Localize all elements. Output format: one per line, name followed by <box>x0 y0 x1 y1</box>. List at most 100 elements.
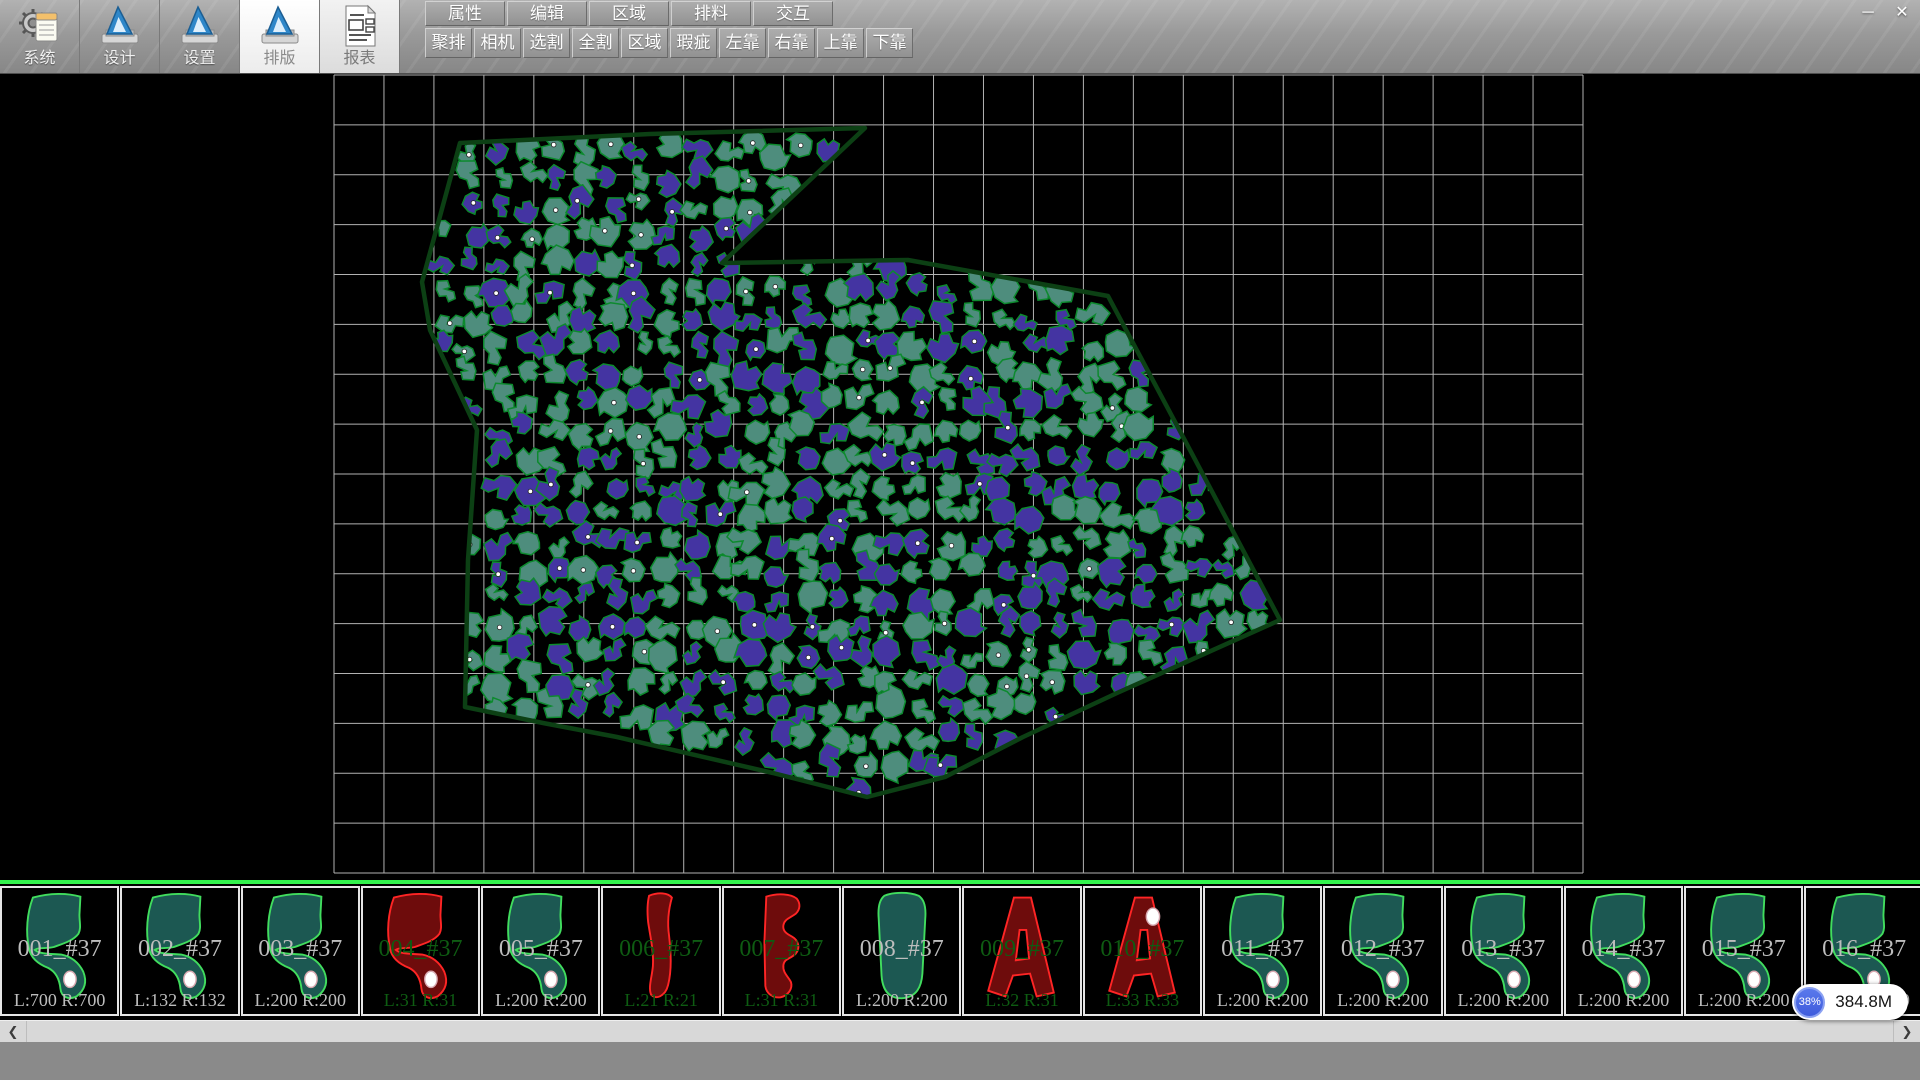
piece-name: 005_#37 <box>483 936 598 963</box>
toolbar-button-label: 系统 <box>23 49 55 69</box>
window-controls: ─ ✕ <box>1854 2 1916 24</box>
toolbar-button-system[interactable]: 系统 <box>0 0 80 73</box>
icon-toolbar: 系统 设计 设置 排版 报表 <box>0 0 400 73</box>
menu-button[interactable]: 排料 <box>671 1 751 26</box>
memory-usage: 384.8M <box>1835 992 1892 1012</box>
menu-button[interactable]: 交互 <box>753 1 833 26</box>
tool-button[interactable]: 选割 <box>523 28 570 58</box>
toolbar-button-settings[interactable]: 设置 <box>160 0 240 73</box>
piece-counts: L:200 R:200 <box>1205 990 1320 1011</box>
tray-piece-010_#37[interactable]: 010_#37 L:33 R:33 <box>1083 886 1202 1016</box>
piece-name: 003_#37 <box>243 936 358 963</box>
piece-name: 007_#37 <box>724 936 839 963</box>
piece-counts: L:200 R:200 <box>1686 990 1801 1011</box>
toolbar-button-label: 设计 <box>103 49 135 69</box>
piece-counts: L:200 R:200 <box>1325 990 1440 1011</box>
set-square-icon <box>97 3 143 49</box>
set-square-icon <box>257 3 303 49</box>
toolbar-button-report[interactable]: 报表 <box>320 0 400 73</box>
status-badge: 38% 384.8M <box>1792 984 1908 1020</box>
tray-piece-013_#37[interactable]: 013_#37 L:200 R:200 <box>1444 886 1563 1016</box>
tray-cell-list: 001_#37 L:700 R:700 002_#37 L:132 R:132 … <box>0 886 1920 1018</box>
nest-drawing <box>0 74 1920 880</box>
set-square-icon <box>177 3 223 49</box>
tool-button[interactable]: 下靠 <box>866 28 913 58</box>
piece-name: 010_#37 <box>1085 936 1200 963</box>
piece-counts: L:200 R:200 <box>1566 990 1681 1011</box>
piece-hole <box>184 971 196 987</box>
tray-piece-011_#37[interactable]: 011_#37 L:200 R:200 <box>1203 886 1322 1016</box>
tool-button[interactable]: 右靠 <box>768 28 815 58</box>
piece-name: 004_#37 <box>363 936 478 963</box>
tool-button[interactable]: 相机 <box>474 28 521 58</box>
progress-percent: 38% <box>1794 987 1825 1018</box>
piece-hole <box>1748 971 1760 987</box>
statusbar-filler <box>0 1042 1920 1080</box>
piece-name: 012_#37 <box>1325 936 1440 963</box>
piece-hole <box>1387 971 1399 987</box>
tray-piece-014_#37[interactable]: 014_#37 L:200 R:200 <box>1564 886 1683 1016</box>
minimize-button[interactable]: ─ <box>1854 2 1882 24</box>
tool-button[interactable]: 聚排 <box>425 28 472 58</box>
piece-name: 001_#37 <box>2 936 117 963</box>
tray-piece-012_#37[interactable]: 012_#37 L:200 R:200 <box>1323 886 1442 1016</box>
piece-name: 016_#37 <box>1806 936 1920 963</box>
tool-button[interactable]: 上靠 <box>817 28 864 58</box>
piece-hole <box>64 971 76 987</box>
tray-piece-008_#37[interactable]: 008_#37 L:200 R:200 <box>842 886 961 1016</box>
piece-name: 006_#37 <box>603 936 718 963</box>
tool-button[interactable]: 全割 <box>572 28 619 58</box>
piece-name: 008_#37 <box>844 936 959 963</box>
menu-button[interactable]: 编辑 <box>507 1 587 26</box>
gear-notes-icon <box>17 3 63 49</box>
tray-piece-009_#37[interactable]: 009_#37 L:32 R:31 <box>962 886 1081 1016</box>
tool-button[interactable]: 区域 <box>621 28 668 58</box>
tray-piece-001_#37[interactable]: 001_#37 L:700 R:700 <box>0 886 119 1016</box>
menu-row-2: 聚排相机选割全割区域瑕疵左靠右靠上靠下靠 <box>425 26 915 58</box>
piece-counts: L:21 R:21 <box>603 990 718 1011</box>
piece-name: 002_#37 <box>122 936 237 963</box>
piece-name: 009_#37 <box>964 936 1079 963</box>
scroll-right-button[interactable]: ❯ <box>1893 1021 1920 1043</box>
piece-counts: L:33 R:33 <box>1085 990 1200 1011</box>
tray-piece-003_#37[interactable]: 003_#37 L:200 R:200 <box>241 886 360 1016</box>
piece-hole <box>1146 908 1159 925</box>
nesting-canvas[interactable] <box>0 74 1920 880</box>
piece-hole <box>1267 971 1279 987</box>
piece-hole <box>425 971 437 987</box>
menu-row-1: 属性编辑区域排料交互 <box>425 0 915 26</box>
toolbar-button-nesting[interactable]: 排版 <box>240 0 320 73</box>
main-toolbar: 系统 设计 设置 排版 报表 属性编辑区域排料交互 聚排相机选割全割区域瑕疵左靠… <box>0 0 1920 74</box>
menu-button[interactable]: 属性 <box>425 1 505 26</box>
tray-piece-002_#37[interactable]: 002_#37 L:132 R:132 <box>120 886 239 1016</box>
piece-name: 014_#37 <box>1566 936 1681 963</box>
close-button[interactable]: ✕ <box>1888 2 1916 24</box>
horizontal-scrollbar[interactable]: ❮ ❯ <box>0 1020 1920 1042</box>
piece-hole <box>304 971 316 987</box>
toolbar-button-label: 报表 <box>343 49 375 69</box>
tool-button[interactable]: 瑕疵 <box>670 28 717 58</box>
piece-hole <box>545 971 557 987</box>
scroll-left-button[interactable]: ❮ <box>0 1021 27 1043</box>
tray-piece-006_#37[interactable]: 006_#37 L:21 R:21 <box>601 886 720 1016</box>
piece-counts: L:200 R:200 <box>844 990 959 1011</box>
tray-piece-015_#37[interactable]: 015_#37 L:200 R:200 <box>1684 886 1803 1016</box>
tray-separator <box>0 880 1920 884</box>
toolbar-button-label: 设置 <box>183 49 215 69</box>
tray-piece-005_#37[interactable]: 005_#37 L:200 R:200 <box>481 886 600 1016</box>
piece-hole <box>1628 971 1640 987</box>
piece-name: 013_#37 <box>1446 936 1561 963</box>
piece-counts: L:200 R:200 <box>483 990 598 1011</box>
menu-area: 属性编辑区域排料交互 聚排相机选割全割区域瑕疵左靠右靠上靠下靠 <box>425 0 915 58</box>
toolbar-button-design[interactable]: 设计 <box>80 0 160 73</box>
pieces-tray: 001_#37 L:700 R:700 002_#37 L:132 R:132 … <box>0 880 1920 1020</box>
tray-piece-007_#37[interactable]: 007_#37 L:31 R:31 <box>722 886 841 1016</box>
piece-counts: L:700 R:700 <box>2 990 117 1011</box>
tool-button[interactable]: 左靠 <box>719 28 766 58</box>
tray-piece-004_#37[interactable]: 004_#37 L:31 R:31 <box>361 886 480 1016</box>
menu-button[interactable]: 区域 <box>589 1 669 26</box>
piece-name: 011_#37 <box>1205 936 1320 963</box>
toolbar-button-label: 排版 <box>263 49 295 69</box>
piece-counts: L:200 R:200 <box>1446 990 1561 1011</box>
piece-counts: L:200 R:200 <box>243 990 358 1011</box>
